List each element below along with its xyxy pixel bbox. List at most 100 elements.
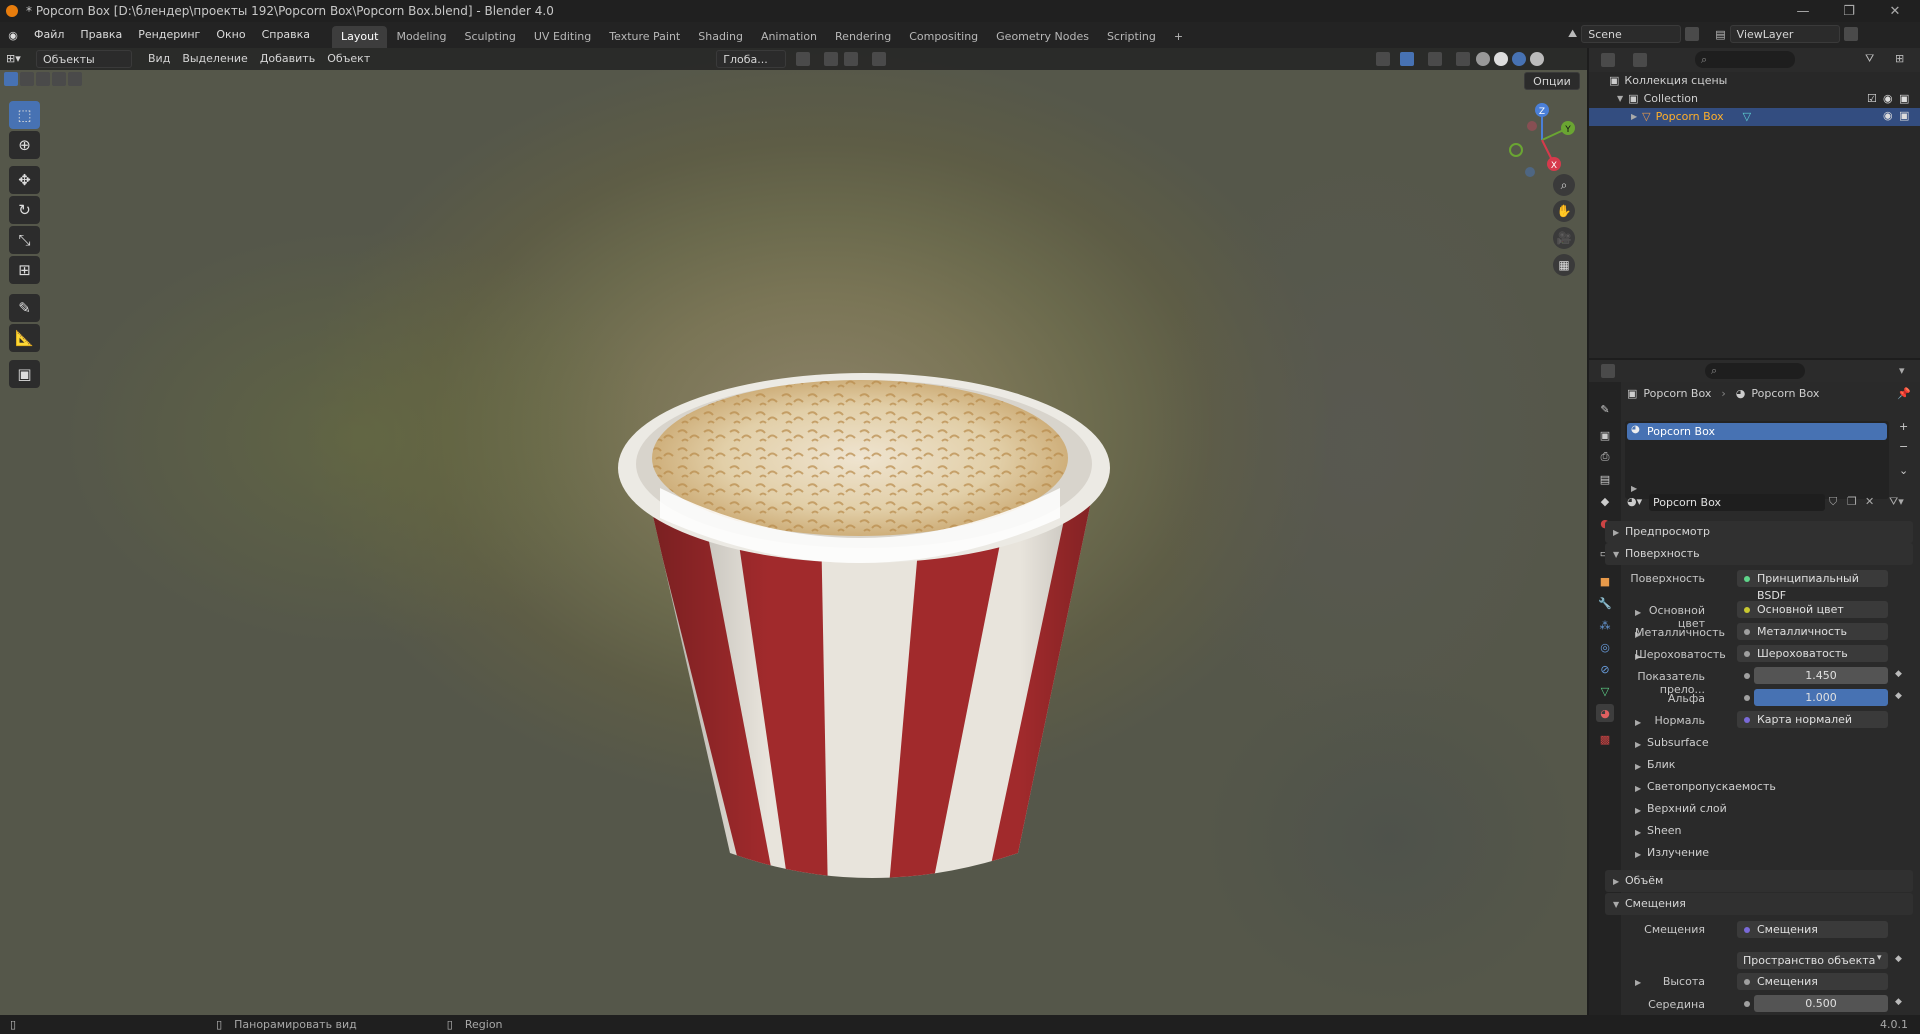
mesh-data-icon[interactable]: ▽: [1743, 108, 1751, 126]
new-collection-icon[interactable]: ⊞: [1895, 52, 1904, 65]
subpanel-transmission[interactable]: Светопропускаемость: [1647, 777, 1776, 797]
new-view-layer-icon[interactable]: [1843, 27, 1858, 41]
menu-edit[interactable]: Правка: [72, 22, 130, 48]
roughness-field[interactable]: Шероховатость: [1737, 645, 1888, 662]
tab-geometry-nodes[interactable]: Geometry Nodes: [987, 26, 1098, 48]
expand-arrow-icon[interactable]: ▶: [1631, 484, 1637, 493]
chevron-down-icon[interactable]: ▾: [1899, 364, 1905, 377]
outliner-search-input[interactable]: ⌕: [1695, 51, 1795, 68]
transform-orientation[interactable]: Глоба...: [716, 50, 787, 68]
tab-scripting[interactable]: Scripting: [1098, 26, 1165, 48]
select-invert-icon[interactable]: [52, 72, 66, 86]
normal-field[interactable]: Карта нормалей: [1737, 711, 1888, 728]
exclude-checkbox[interactable]: ☑: [1867, 92, 1877, 105]
maximize-button[interactable]: ❐: [1826, 0, 1872, 22]
annotate-tool[interactable]: ✎: [9, 294, 40, 322]
outliner-editor-icon[interactable]: [1601, 53, 1615, 67]
pin-icon[interactable]: 📌: [1897, 387, 1911, 400]
tab-compositing[interactable]: Compositing: [900, 26, 987, 48]
filter-icon[interactable]: ⛛▾: [1889, 495, 1904, 509]
metallic-field[interactable]: Металличность: [1737, 623, 1888, 640]
mode-selector[interactable]: Объекты: [36, 50, 132, 68]
tab-shading[interactable]: Shading: [689, 26, 752, 48]
remove-slot-button[interactable]: −: [1899, 440, 1908, 453]
snap-target-icon[interactable]: [844, 52, 859, 66]
keyframe-icon[interactable]: ◆: [1895, 691, 1902, 701]
keyframe-icon[interactable]: ◆: [1895, 669, 1902, 679]
menu-help[interactable]: Справка: [254, 22, 318, 48]
menu-render[interactable]: Рендеринг: [130, 22, 208, 48]
particles-tab-icon[interactable]: ⁂: [1596, 616, 1614, 634]
visibility-icon[interactable]: [1376, 52, 1391, 66]
select-intersect-icon[interactable]: [68, 72, 82, 86]
3d-viewport[interactable]: Z Y X: [0, 48, 1587, 1015]
add-cube-tool[interactable]: ▣: [9, 360, 40, 388]
select-extend-icon[interactable]: [20, 72, 34, 86]
scene-tab-icon[interactable]: ◆: [1596, 492, 1614, 510]
subpanel-subsurface[interactable]: Subsurface: [1647, 733, 1709, 753]
minimize-button[interactable]: —: [1780, 0, 1826, 22]
physics-tab-icon[interactable]: ◎: [1596, 638, 1614, 656]
menu-select[interactable]: Выделение: [176, 50, 254, 68]
navigation-gizmo[interactable]: Z Y X: [1502, 98, 1582, 178]
unlink-material-icon[interactable]: ✕: [1865, 495, 1874, 508]
ior-field[interactable]: 1.450: [1754, 667, 1888, 684]
scale-tool[interactable]: ⤡: [9, 226, 40, 254]
properties-search-input[interactable]: ⌕: [1705, 363, 1805, 379]
new-scene-icon[interactable]: [1685, 27, 1700, 41]
material-tab-icon[interactable]: ◕: [1596, 704, 1614, 722]
outliner-collection[interactable]: ▼ ▣ Collection: [1617, 90, 1698, 108]
alpha-field[interactable]: 1.000: [1754, 689, 1888, 706]
midlevel-field[interactable]: 0.500: [1754, 995, 1888, 1012]
menu-object[interactable]: Объект: [321, 50, 376, 68]
transform-tool[interactable]: ⊞: [9, 256, 40, 284]
subpanel-specular[interactable]: Блик: [1647, 755, 1675, 775]
tab-rendering[interactable]: Rendering: [826, 26, 900, 48]
displacement-field[interactable]: Смещения: [1737, 921, 1888, 938]
displacement-space-select[interactable]: Пространство объекта: [1737, 952, 1888, 969]
scene-selector[interactable]: Scene: [1581, 25, 1682, 43]
output-tab-icon[interactable]: ⎙: [1596, 448, 1614, 466]
editor-type-icon[interactable]: ⊞▾: [0, 50, 36, 68]
close-button[interactable]: ✕: [1872, 0, 1918, 22]
select-subtract-icon[interactable]: [36, 72, 50, 86]
menu-add[interactable]: Добавить: [254, 50, 321, 68]
tool-tab-icon[interactable]: ✎: [1596, 400, 1614, 418]
popcorn-box-model[interactable]: [0, 48, 1587, 1015]
pivot-icon[interactable]: [796, 52, 811, 66]
select-new-icon[interactable]: [4, 72, 18, 86]
tab-sculpting[interactable]: Sculpting: [456, 26, 525, 48]
expand-arrow-icon[interactable]: ▼: [1617, 90, 1623, 108]
rendered-shading-icon[interactable]: [1530, 52, 1545, 66]
menu-view[interactable]: Вид: [142, 50, 176, 68]
surface-shader-field[interactable]: Принципиальный BSDF: [1737, 570, 1888, 602]
menu-file[interactable]: Файл: [26, 22, 72, 48]
overlays-icon[interactable]: [1428, 52, 1443, 66]
solid-shading-icon[interactable]: [1494, 52, 1509, 66]
keyframe-icon[interactable]: ◆: [1895, 954, 1902, 964]
blender-menu-icon[interactable]: ◉: [0, 29, 26, 42]
base-color-field[interactable]: Основной цвет: [1737, 601, 1888, 618]
expand-arrow-icon[interactable]: ▶: [1631, 108, 1637, 126]
zoom-icon[interactable]: ⌕: [1553, 174, 1575, 196]
tab-uv-editing[interactable]: UV Editing: [525, 26, 600, 48]
view-layer-selector[interactable]: ViewLayer: [1729, 25, 1840, 43]
options-button[interactable]: Опции: [1524, 72, 1580, 90]
wireframe-shading-icon[interactable]: [1476, 52, 1491, 66]
tab-layout[interactable]: Layout: [332, 26, 388, 48]
tab-animation[interactable]: Animation: [752, 26, 826, 48]
browse-material-icon[interactable]: ◕▾: [1627, 495, 1642, 508]
outliner-object[interactable]: ▶ ▽ Popcorn Box ▽: [1631, 108, 1751, 126]
subpanel-sheen[interactable]: Sheen: [1647, 821, 1681, 841]
texture-tab-icon[interactable]: ▩: [1596, 730, 1614, 748]
snap-icon[interactable]: [824, 52, 839, 66]
proportional-edit-icon[interactable]: [872, 52, 887, 66]
display-mode-icon[interactable]: [1633, 53, 1647, 67]
section-preview[interactable]: Предпросмотр: [1605, 521, 1913, 543]
add-slot-button[interactable]: +: [1899, 420, 1908, 433]
section-displacement[interactable]: Смещения: [1605, 893, 1913, 915]
section-volume[interactable]: Объём: [1605, 870, 1913, 892]
cursor-tool[interactable]: ⊕: [9, 131, 40, 159]
eye-icon[interactable]: ◉: [1883, 109, 1893, 122]
tab-texture-paint[interactable]: Texture Paint: [600, 26, 689, 48]
